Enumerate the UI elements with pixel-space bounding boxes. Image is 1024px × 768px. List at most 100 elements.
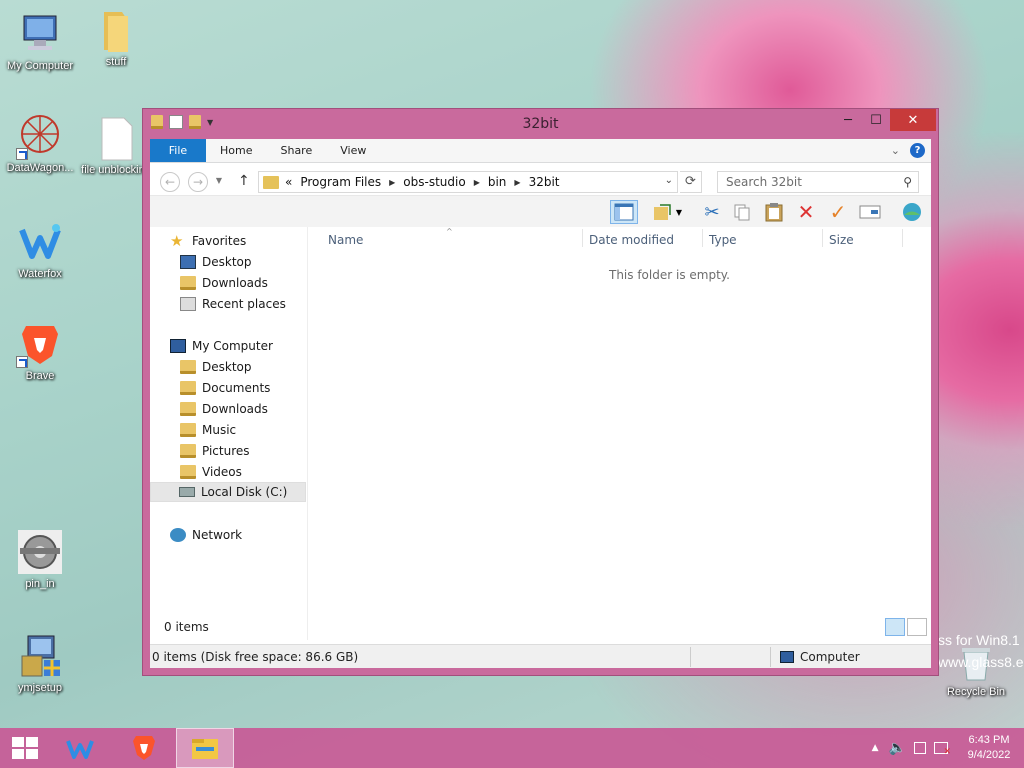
- breadcrumb-separator-icon[interactable]: ▶: [514, 178, 520, 187]
- tab-file[interactable]: File: [150, 139, 206, 162]
- nav-item-label: Downloads: [202, 402, 268, 416]
- nav-item-label: Videos: [202, 465, 242, 479]
- nav-computer-music[interactable]: Music: [180, 420, 236, 440]
- nav-computer-videos[interactable]: Videos: [180, 462, 242, 482]
- explorer-window[interactable]: ▼ 32bit ─ ☐ ✕ File Home Share View ⌄ ? ←…: [142, 108, 939, 676]
- nav-my-computer-label: My Computer: [192, 339, 273, 353]
- globe-icon[interactable]: [898, 200, 926, 224]
- desktop-icon: [180, 255, 196, 269]
- taskbar-brave[interactable]: [122, 728, 166, 768]
- taskbar-file-explorer[interactable]: [176, 728, 234, 768]
- divider: [690, 647, 691, 667]
- volume-icon[interactable]: 🔈: [889, 740, 906, 756]
- column-divider[interactable]: [902, 229, 903, 247]
- view-dropdown-icon[interactable]: ▼: [672, 200, 686, 224]
- desktop-icon-datawagon[interactable]: DataWagon...: [0, 112, 80, 174]
- cut-icon[interactable]: ✂: [698, 200, 726, 224]
- expand-ribbon-icon[interactable]: ⌄: [891, 144, 900, 157]
- nav-favorites-label: Favorites: [192, 234, 247, 248]
- column-divider[interactable]: [582, 229, 583, 247]
- desktop-icon-pin-in[interactable]: pin_in: [0, 528, 80, 590]
- back-button[interactable]: ←: [160, 172, 180, 192]
- navigation-pane[interactable]: ★ Favorites Desktop Downloads Recent pla…: [150, 227, 308, 640]
- minimize-button[interactable]: ─: [834, 109, 862, 131]
- column-divider[interactable]: [702, 229, 703, 247]
- nav-favorites-recent-places[interactable]: Recent places: [180, 294, 286, 314]
- column-header-name[interactable]: Name: [328, 233, 363, 251]
- help-icon[interactable]: ?: [910, 143, 925, 158]
- tab-view[interactable]: View: [326, 139, 380, 162]
- network-icon: [170, 528, 186, 542]
- file-icon: [92, 114, 140, 162]
- column-divider[interactable]: [822, 229, 823, 247]
- nav-computer-downloads[interactable]: Downloads: [180, 399, 268, 419]
- check-icon[interactable]: ✓: [824, 200, 852, 224]
- nav-item-label: Pictures: [202, 444, 250, 458]
- nav-favorites[interactable]: ★ Favorites: [170, 231, 246, 251]
- computer-icon: [780, 651, 794, 663]
- clock-date: 9/4/2022: [967, 749, 1011, 761]
- breadcrumb-separator-icon[interactable]: ▶: [389, 178, 395, 187]
- desktop-icon-stuff[interactable]: stuff: [76, 6, 156, 68]
- clock[interactable]: 6:43 PM 9/4/2022: [954, 733, 1024, 763]
- nav-computer-desktop[interactable]: Desktop: [180, 357, 252, 377]
- search-placeholder: Search 32bit: [726, 175, 802, 189]
- downloads-folder-icon: [180, 402, 196, 416]
- show-hidden-icons-icon[interactable]: ▲: [872, 743, 879, 753]
- delete-icon[interactable]: ✕: [792, 200, 820, 224]
- desktop-icon-waterfox[interactable]: Waterfox: [0, 218, 80, 280]
- desktop-icon-ymjsetup[interactable]: ymjsetup: [0, 632, 80, 694]
- nav-computer-documents[interactable]: Documents: [180, 378, 270, 398]
- nav-favorites-desktop[interactable]: Desktop: [180, 252, 252, 272]
- start-button[interactable]: [0, 728, 50, 768]
- breadcrumb-separator-icon[interactable]: ▶: [474, 178, 480, 187]
- address-overflow[interactable]: «: [285, 175, 292, 189]
- details-view-button[interactable]: [885, 618, 905, 636]
- network-status-icon[interactable]: ✕: [934, 742, 951, 757]
- desktop-icon-my-computer[interactable]: My Computer: [0, 10, 80, 72]
- pin-in-icon: [16, 528, 64, 576]
- desktop-icon-label: Waterfox: [18, 268, 62, 280]
- taskbar-waterfox[interactable]: [58, 728, 102, 768]
- location-label: Computer: [800, 650, 860, 664]
- close-button[interactable]: ✕: [890, 109, 936, 131]
- watermark-line-2: www.glass8.eu: [938, 654, 1024, 670]
- nav-item-label: Downloads: [202, 276, 268, 290]
- tab-share[interactable]: Share: [266, 139, 326, 162]
- breadcrumb-bin[interactable]: bin: [488, 175, 507, 189]
- nav-computer-local-disk[interactable]: Local Disk (C:): [150, 482, 306, 502]
- action-center-icon[interactable]: [914, 742, 926, 754]
- file-list[interactable]: ^ Name Date modified Type Size This fold…: [308, 227, 931, 640]
- nav-item-label: Music: [202, 423, 237, 437]
- breadcrumb-obs-studio[interactable]: obs-studio: [403, 175, 465, 189]
- address-bar[interactable]: « Program Files ▶ obs-studio ▶ bin ▶ 32b…: [258, 171, 678, 193]
- breadcrumb-32bit[interactable]: 32bit: [529, 175, 560, 189]
- nav-my-computer[interactable]: My Computer: [170, 336, 273, 356]
- up-button[interactable]: ↑: [238, 173, 250, 189]
- column-header-date-modified[interactable]: Date modified: [589, 233, 674, 251]
- paste-icon[interactable]: [760, 200, 788, 224]
- forward-button[interactable]: →: [188, 172, 208, 192]
- tab-home[interactable]: Home: [206, 139, 266, 162]
- nav-network[interactable]: Network: [170, 525, 242, 545]
- search-icon[interactable]: ⚲: [903, 172, 912, 192]
- desktop-icon-brave[interactable]: Brave: [0, 320, 80, 382]
- rename-icon[interactable]: [856, 200, 884, 224]
- nav-computer-pictures[interactable]: Pictures: [180, 441, 250, 461]
- status-bar: 0 items: [150, 612, 931, 640]
- nav-favorites-downloads[interactable]: Downloads: [180, 273, 268, 293]
- preview-pane-button[interactable]: [610, 200, 638, 224]
- column-header-size[interactable]: Size: [829, 233, 854, 251]
- refresh-button[interactable]: ⟳: [680, 171, 702, 193]
- large-icons-view-button[interactable]: [907, 618, 927, 636]
- recent-locations-dropdown[interactable]: ▼: [212, 172, 226, 192]
- divider: [770, 647, 771, 667]
- column-header-type[interactable]: Type: [709, 233, 737, 251]
- title-bar[interactable]: ▼ 32bit ─ ☐ ✕: [143, 109, 938, 139]
- breadcrumb-program-files[interactable]: Program Files: [300, 175, 381, 189]
- maximize-button[interactable]: ☐: [862, 109, 890, 131]
- content-area: ★ Favorites Desktop Downloads Recent pla…: [150, 227, 931, 640]
- address-dropdown-icon[interactable]: ⌄: [665, 175, 673, 186]
- copy-icon[interactable]: [728, 200, 756, 224]
- search-input[interactable]: Search 32bit ⚲: [717, 171, 919, 193]
